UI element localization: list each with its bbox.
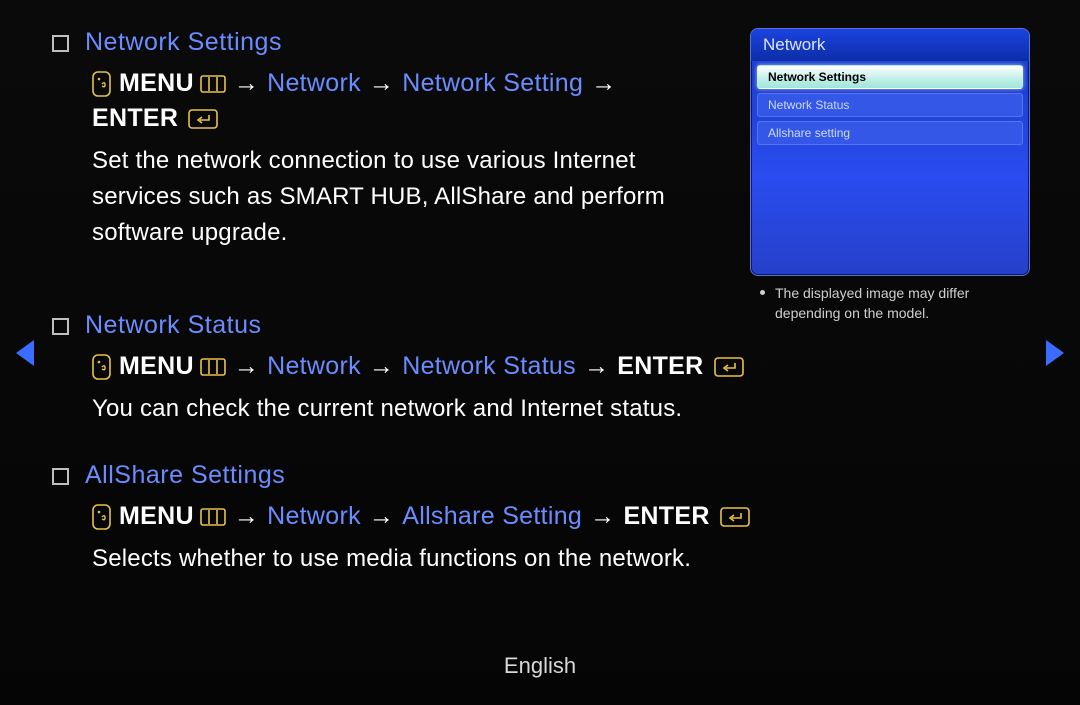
arrow-sep: → [234, 352, 259, 381]
nav-path-line2: ENTER [92, 104, 692, 133]
enter-icon [714, 357, 744, 377]
nav-path: MENU → Network → Network Status → ENTER [92, 352, 792, 381]
bullet-icon [52, 468, 69, 485]
menu-keyword: MENU [119, 69, 194, 98]
section-network-status: Network Status MENU → Network → Network … [52, 311, 692, 427]
footer-language: English [0, 653, 1080, 679]
path-link: Allshare Setting [402, 502, 582, 531]
arrow-sep: → [369, 352, 394, 381]
panel-header: Network [751, 29, 1029, 61]
panel-item-network-settings[interactable]: Network Settings [757, 65, 1023, 89]
bullet-dot-icon [760, 290, 765, 295]
arrow-sep: → [369, 69, 394, 98]
section-title: AllShare Settings [85, 461, 285, 490]
nav-next-arrow[interactable] [1046, 340, 1064, 366]
path-link: Network [267, 352, 361, 381]
section-title: Network Settings [85, 28, 282, 57]
remote-icon [92, 504, 111, 530]
arrow-sep: → [591, 69, 616, 98]
menu-icon [200, 508, 226, 526]
menu-icon [200, 75, 226, 93]
preview-panel: Network Network Settings Network Status … [750, 28, 1030, 276]
panel-item-label: Allshare setting [768, 126, 850, 140]
bullet-icon [52, 318, 69, 335]
remote-icon [92, 354, 111, 380]
arrow-sep: → [590, 502, 615, 531]
panel-item-network-status[interactable]: Network Status [757, 93, 1023, 117]
panel-item-label: Network Status [768, 98, 849, 112]
section-description: Selects whether to use media functions o… [92, 541, 692, 577]
path-link: Network [267, 69, 361, 98]
nav-path: MENU → Network → Network Setting → [92, 69, 692, 98]
panel-item-allshare-setting[interactable]: Allshare setting [757, 121, 1023, 145]
remote-icon [92, 71, 111, 97]
arrow-sep: → [369, 502, 394, 531]
path-link: Network Setting [402, 69, 583, 98]
enter-keyword: ENTER [617, 352, 703, 381]
panel-item-label: Network Settings [768, 70, 866, 84]
enter-keyword: ENTER [92, 104, 178, 133]
nav-prev-arrow[interactable] [16, 340, 34, 366]
section-description: You can check the current network and In… [92, 391, 692, 427]
panel-note: The displayed image may differ depending… [760, 284, 1030, 323]
enter-icon [188, 109, 218, 129]
menu-keyword: MENU [119, 352, 194, 381]
arrow-sep: → [234, 69, 259, 98]
section-description: Set the network connection to use variou… [92, 143, 692, 251]
section-network-settings: Network Settings MENU → Network → Networ… [52, 28, 692, 251]
path-link: Network [267, 502, 361, 531]
section-title: Network Status [85, 311, 262, 340]
enter-icon [720, 507, 750, 527]
arrow-sep: → [234, 502, 259, 531]
bullet-icon [52, 35, 69, 52]
nav-path: MENU → Network → Allshare Setting → ENTE… [92, 502, 812, 531]
enter-keyword: ENTER [623, 502, 709, 531]
menu-keyword: MENU [119, 502, 194, 531]
arrow-sep: → [584, 352, 609, 381]
path-link: Network Status [402, 352, 576, 381]
section-allshare-settings: AllShare Settings MENU → Network → Allsh… [52, 461, 692, 577]
panel-note-text: The displayed image may differ depending… [775, 284, 1030, 323]
menu-icon [200, 358, 226, 376]
